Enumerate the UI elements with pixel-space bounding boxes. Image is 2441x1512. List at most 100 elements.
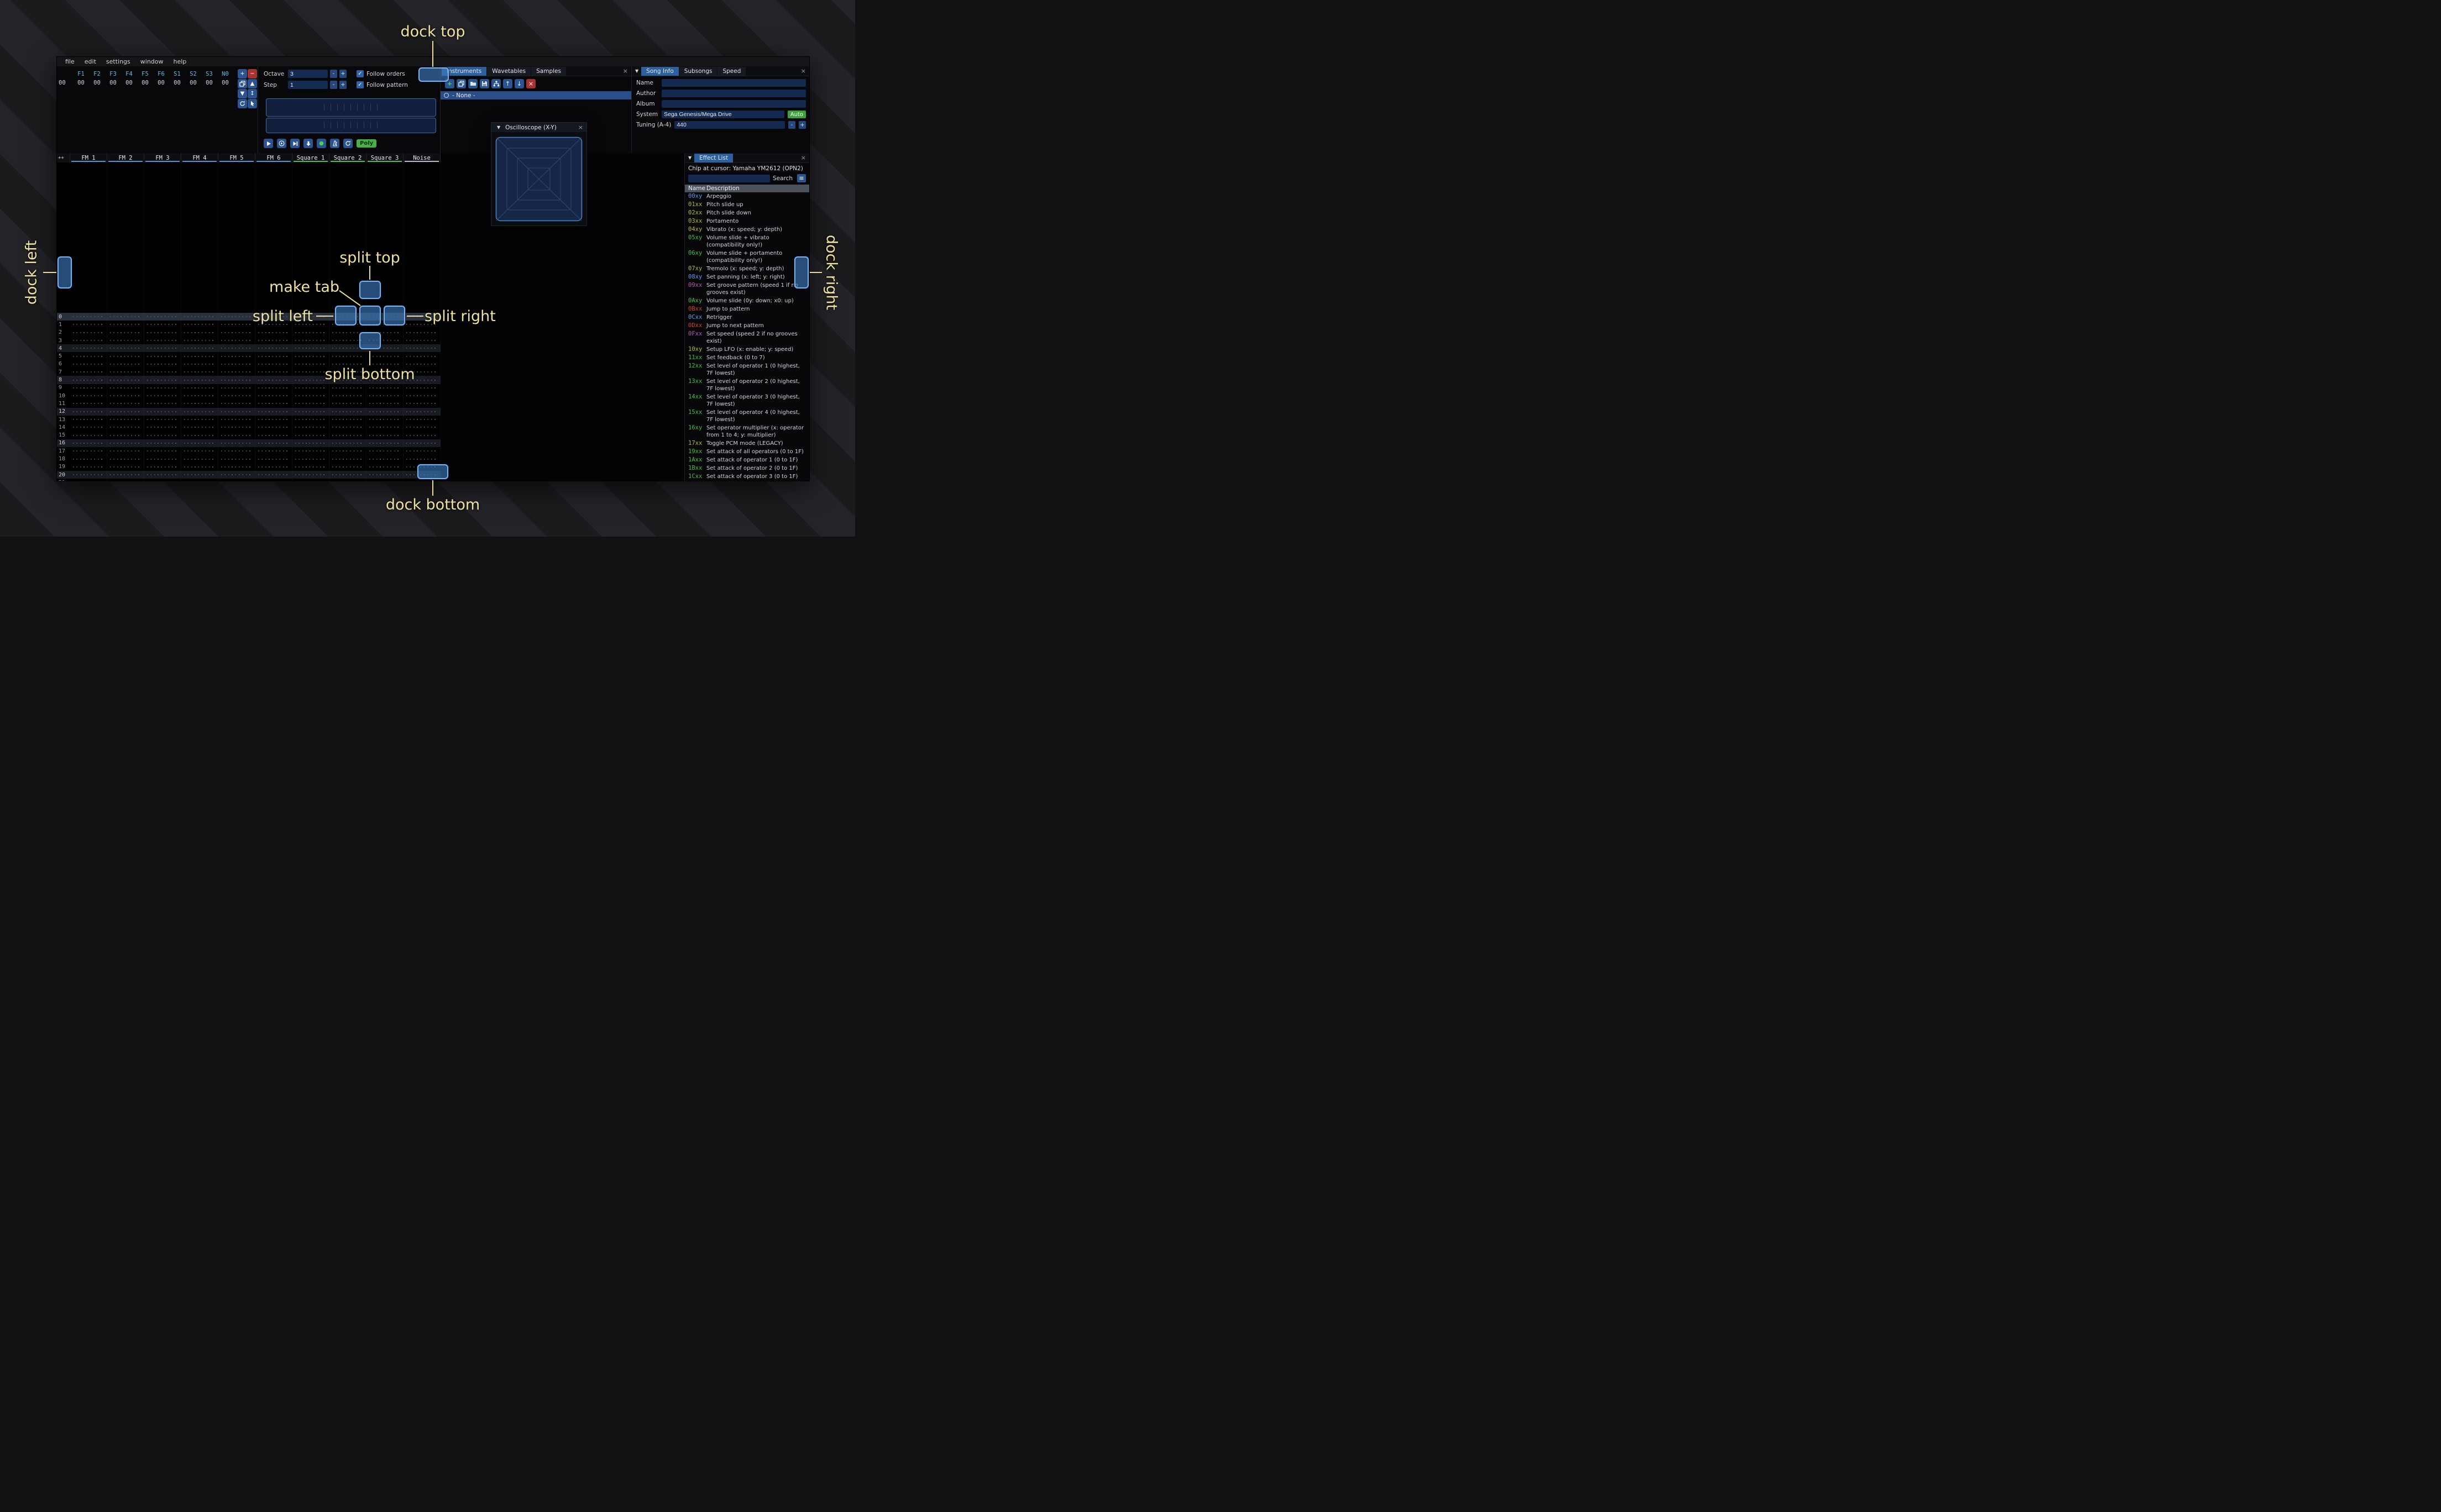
pattern-row[interactable]: 4 — [57, 344, 441, 353]
pattern-cell[interactable] — [329, 400, 366, 407]
effect-row[interactable]: 12xx Set level of operator 1 (0 highest, … — [685, 362, 809, 377]
pattern-cell[interactable] — [70, 376, 107, 384]
remove-order-button[interactable]: − — [248, 69, 257, 78]
auto-system-button[interactable]: Auto — [787, 111, 806, 118]
pattern-cell[interactable] — [292, 344, 329, 352]
pattern-cell[interactable] — [181, 313, 218, 321]
pattern-cell[interactable] — [404, 384, 441, 392]
pattern-cell[interactable] — [218, 455, 255, 463]
pattern-cell[interactable] — [70, 447, 107, 455]
pattern-cell[interactable] — [107, 463, 144, 471]
order-change-mode-button[interactable] — [238, 99, 247, 108]
pattern-cell[interactable] — [329, 392, 366, 400]
close-icon[interactable]: × — [620, 67, 631, 75]
order-cell[interactable]: 00 — [217, 80, 233, 86]
pattern-cell[interactable] — [292, 479, 329, 481]
effect-row[interactable]: 0Cxx Retrigger — [685, 313, 809, 322]
pattern-cell[interactable] — [144, 337, 181, 344]
pattern-cell[interactable] — [255, 360, 292, 368]
pattern-cell[interactable] — [144, 471, 181, 479]
pattern-cell[interactable] — [329, 471, 366, 479]
pattern-cell[interactable] — [181, 392, 218, 400]
pattern-row[interactable]: 11 — [57, 400, 441, 407]
pattern-cell[interactable] — [255, 400, 292, 407]
oscilloscope-window[interactable]: ▼ Oscilloscope (X-Y) × — [491, 122, 587, 226]
pattern-row[interactable]: 19 — [57, 463, 441, 471]
order-value-row[interactable]: 00 00 00 00 00 00 00 00 00 00 00 — [57, 77, 258, 86]
pattern-cell[interactable] — [218, 313, 255, 321]
play-button[interactable] — [264, 139, 273, 148]
pattern-cell[interactable] — [70, 321, 107, 328]
pattern-cell[interactable] — [218, 384, 255, 392]
split-target-left[interactable] — [335, 306, 357, 326]
pattern-row[interactable]: 0 — [57, 313, 441, 321]
follow-orders-checkbox[interactable] — [357, 70, 364, 77]
pattern-cell[interactable] — [255, 463, 292, 471]
pattern-cell[interactable] — [404, 439, 441, 447]
octave-decrease-button[interactable]: - — [330, 70, 337, 78]
pattern-cell[interactable] — [292, 432, 329, 439]
split-target-top[interactable] — [359, 281, 381, 299]
pattern-cell[interactable] — [255, 432, 292, 439]
pattern-cell[interactable] — [255, 368, 292, 376]
menu-settings[interactable]: settings — [101, 58, 135, 65]
order-row-number[interactable]: 00 — [59, 80, 73, 86]
menu-edit[interactable]: edit — [80, 58, 101, 65]
pattern-cell[interactable] — [255, 353, 292, 360]
dock-target-bottom[interactable] — [417, 464, 448, 479]
pattern-cell[interactable] — [181, 321, 218, 328]
pattern-cell[interactable] — [144, 408, 181, 416]
pattern-cell[interactable] — [255, 455, 292, 463]
channel-header-fm-6[interactable]: FM 6 — [255, 153, 292, 162]
follow-pattern-checkbox[interactable] — [357, 81, 364, 88]
pattern-cell[interactable] — [218, 392, 255, 400]
pattern-cell[interactable] — [404, 353, 441, 360]
piano-widget-lower[interactable] — [266, 118, 436, 133]
pattern-cell[interactable] — [144, 416, 181, 423]
pattern-cell[interactable] — [329, 479, 366, 481]
tab-wavetables[interactable]: Wavetables — [487, 66, 531, 76]
pattern-cell[interactable] — [292, 353, 329, 360]
order-cell[interactable]: 00 — [105, 80, 121, 86]
pattern-cell[interactable] — [107, 353, 144, 360]
pattern-cell[interactable] — [181, 455, 218, 463]
pattern-cell[interactable] — [107, 479, 144, 481]
pattern-cell[interactable] — [329, 416, 366, 423]
pattern-cell[interactable] — [329, 408, 366, 416]
tab-subsongs[interactable]: Subsongs — [679, 66, 717, 76]
pattern-cell[interactable] — [218, 447, 255, 455]
pattern-cell[interactable] — [107, 313, 144, 321]
pattern-cell[interactable] — [144, 384, 181, 392]
pattern-cell[interactable] — [292, 408, 329, 416]
author-field[interactable] — [662, 90, 806, 97]
pattern-cell[interactable] — [107, 408, 144, 416]
pattern-cell[interactable] — [255, 408, 292, 416]
pattern-row[interactable]: 2 — [57, 329, 441, 337]
pattern-cell[interactable] — [404, 447, 441, 455]
split-target-bottom[interactable] — [359, 332, 381, 349]
pattern-cell[interactable] — [144, 423, 181, 431]
move-instrument-up-button[interactable]: ↑ — [503, 79, 512, 88]
pattern-row[interactable]: 12 — [57, 407, 441, 416]
split-target-right[interactable] — [384, 306, 405, 326]
collapse-arrow-icon[interactable]: ▼ — [495, 125, 502, 130]
pattern-cell[interactable] — [366, 353, 404, 360]
pattern-cell[interactable] — [292, 439, 329, 447]
pattern-cell[interactable] — [366, 400, 404, 407]
pattern-cell[interactable] — [218, 321, 255, 328]
pattern-cell[interactable] — [366, 423, 404, 431]
pattern-cell[interactable] — [218, 344, 255, 352]
pattern-row[interactable]: 18 — [57, 455, 441, 463]
tab-song-info[interactable]: Song Info — [641, 66, 679, 76]
pattern-cell[interactable] — [107, 455, 144, 463]
pattern-cell[interactable] — [366, 432, 404, 439]
pattern-cell[interactable] — [144, 439, 181, 447]
order-cell[interactable]: 00 — [89, 80, 105, 86]
pattern-cell[interactable] — [218, 471, 255, 479]
pattern-cell[interactable] — [292, 368, 329, 376]
pattern-cell[interactable] — [218, 376, 255, 384]
effect-row[interactable]: 04xy Vibrato (x: speed; y: depth) — [685, 225, 809, 234]
move-order-down-button[interactable]: ▼ — [238, 89, 247, 98]
pattern-cell[interactable] — [70, 400, 107, 407]
dock-target-left[interactable] — [57, 256, 72, 288]
